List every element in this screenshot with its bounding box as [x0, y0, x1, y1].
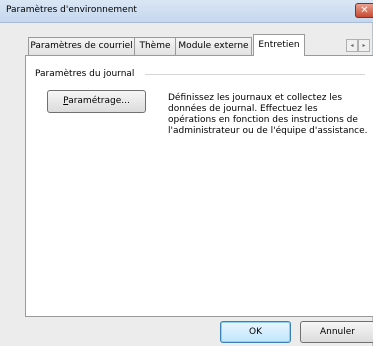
tab-theme[interactable]: Thème: [134, 37, 176, 55]
tab-label: Paramètres de courriel: [30, 41, 133, 51]
button-label: Annuler: [319, 327, 355, 337]
tab-scroll-left-button[interactable]: ◂: [346, 39, 358, 52]
tab-label: Module externe: [178, 41, 249, 51]
tab-scroll-right-button[interactable]: ▸: [358, 39, 370, 52]
button-label: aramétrage...: [68, 96, 130, 106]
environment-settings-dialog: Paramètres d'environnement ✕ Paramètres …: [0, 0, 373, 346]
arrow-right-icon: ▸: [362, 42, 366, 49]
group-separator: [145, 74, 365, 75]
journal-settings-label: Paramètres du journal: [35, 69, 135, 79]
ok-button[interactable]: OK: [220, 321, 291, 343]
title-bar: Paramètres d'environnement ✕: [0, 0, 373, 23]
tab-maintenance[interactable]: Entretien: [253, 34, 305, 56]
close-button[interactable]: ✕: [355, 3, 373, 18]
close-icon: ✕: [360, 5, 369, 16]
journal-description: Définissez les journaux et collectez les…: [168, 93, 368, 136]
tab-label: Thème: [139, 41, 171, 51]
button-label: OK: [249, 327, 262, 337]
tab-plugin[interactable]: Module externe: [175, 37, 252, 55]
window-title: Paramètres d'environnement: [6, 5, 137, 15]
tab-email-settings[interactable]: Paramètres de courriel: [28, 37, 135, 55]
tab-label: Entretien: [258, 40, 300, 50]
journal-setup-button[interactable]: Paramétrage...: [47, 90, 146, 113]
arrow-left-icon: ◂: [350, 42, 354, 49]
cancel-button[interactable]: Annuler: [300, 321, 373, 343]
